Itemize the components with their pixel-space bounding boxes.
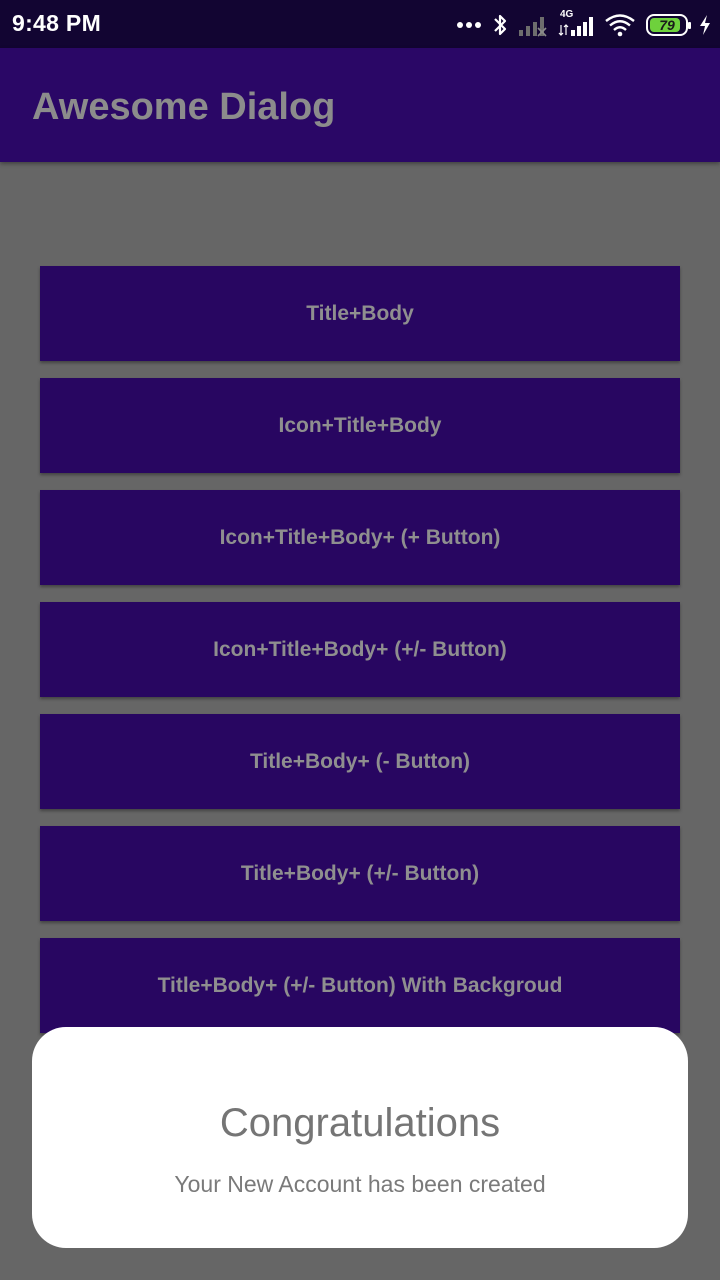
battery-level: 79 [659,17,675,33]
congratulations-dialog[interactable]: Congratulations Your New Account has bee… [32,1027,688,1248]
status-time: 9:48 PM [12,10,102,36]
app-title: Awesome Dialog [32,86,336,128]
bluetooth-icon [492,12,508,38]
title-body-button[interactable]: Title+Body [40,266,680,361]
signal-weak-icon [518,13,548,37]
title-body-positive-negative-button[interactable]: Title+Body+ (+/- Button) [40,826,680,921]
charging-icon [698,14,712,36]
status-icons: 4G 79 [456,8,712,42]
title-body-background-button[interactable]: Title+Body+ (+/- Button) With Backgroud [40,938,680,1033]
icon-title-body-button[interactable]: Icon+Title+Body [40,378,680,473]
signal-4g-icon: 4G [558,9,594,38]
battery-icon: 79 [646,14,691,36]
app-bar: Awesome Dialog [0,48,720,162]
status-bar: 9:48 PM 4G 79 [0,0,720,48]
more-dots-icon [456,20,482,30]
icon-title-body-positive-button[interactable]: Icon+Title+Body+ (+ Button) [40,490,680,585]
icon-title-body-positive-negative-button[interactable]: Icon+Title+Body+ (+/- Button) [40,602,680,697]
wifi-icon [604,13,636,37]
title-body-negative-button[interactable]: Title+Body+ (- Button) [40,714,680,809]
dialog-body: Your New Account has been created [174,1171,546,1197]
dialog-title: Congratulations [219,1101,501,1145]
